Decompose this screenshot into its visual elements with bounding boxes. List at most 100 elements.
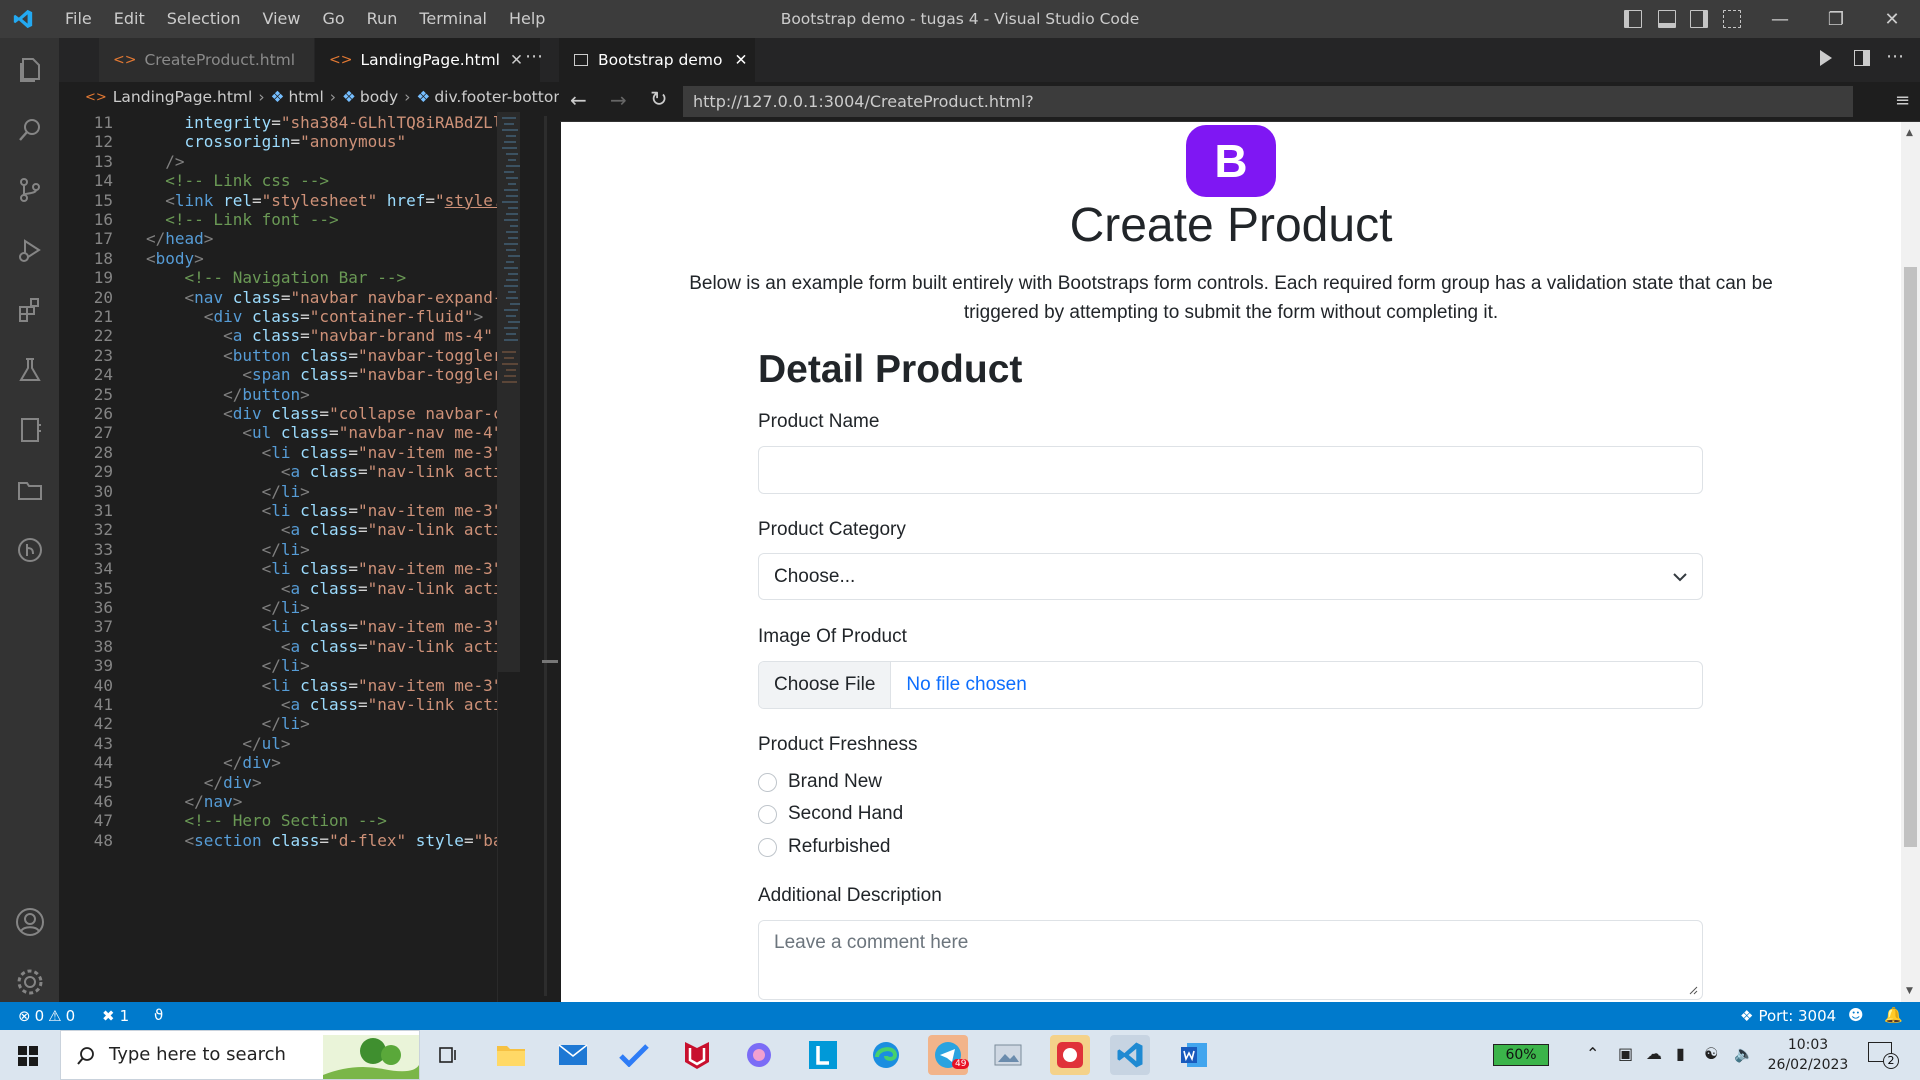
volume-icon[interactable]: 🔈 (1734, 1044, 1754, 1063)
code-line[interactable]: <ul class="navbar-nav me-4" (146, 423, 497, 442)
code-line[interactable]: <li class="nav-item me-3" (146, 501, 497, 520)
code-line[interactable]: <div class="collapse navbar-co (146, 404, 497, 423)
page-scrollbar[interactable]: ▲ ▼ (1901, 122, 1920, 1002)
more-actions-icon[interactable]: ⋯ (1886, 46, 1904, 67)
vscode-taskbar-icon[interactable] (1110, 1035, 1150, 1075)
code-line[interactable]: <!-- Hero Section --> (146, 811, 387, 830)
breadcrumb-html[interactable]: html (288, 88, 323, 106)
menu-go[interactable]: Go (311, 0, 355, 38)
copilot-app-icon[interactable] (739, 1035, 779, 1075)
search-icon[interactable] (0, 102, 59, 158)
code-line[interactable]: <a class="nav-link acti (146, 462, 497, 481)
reload-icon[interactable]: ↻ (650, 87, 668, 111)
toggle-panel-icon[interactable] (1658, 10, 1676, 28)
code-line[interactable]: <a class="nav-link acti (146, 579, 497, 598)
l-app-icon[interactable] (803, 1035, 843, 1075)
ports-indicator[interactable]: ✖ 1 (102, 1007, 129, 1025)
code-line[interactable]: <div class="container-fluid"> (146, 307, 483, 326)
show-hidden-icons[interactable]: ⌃ (1586, 1044, 1599, 1063)
breadcrumb-body[interactable]: body (360, 88, 398, 106)
menu-terminal[interactable]: Terminal (408, 0, 498, 38)
code-line[interactable]: <li class="nav-item me-3" (146, 559, 497, 578)
lightning-icon[interactable]: ϑ (154, 1006, 163, 1024)
code-line[interactable]: <a class="nav-link acti (146, 637, 497, 656)
url-bar[interactable]: http://127.0.0.1:3004/CreateProduct.html… (683, 86, 1853, 117)
problems-indicator[interactable]: ⊗ 0 ⚠ 0 (18, 1007, 75, 1025)
source-control-icon[interactable] (0, 162, 59, 218)
more-actions-icon[interactable]: ⋯ (525, 46, 543, 67)
code-line[interactable]: </nav> (146, 792, 243, 811)
menu-view[interactable]: View (252, 0, 312, 38)
taskbar-search[interactable]: Type here to search (60, 1030, 420, 1080)
feedback-icon[interactable]: ☻ (1848, 1006, 1864, 1024)
code-line[interactable]: </li> (146, 540, 310, 559)
scroll-up-icon[interactable]: ▲ (1906, 128, 1913, 138)
telegram-icon[interactable]: 49 (928, 1035, 970, 1075)
file-explorer-icon[interactable] (491, 1035, 531, 1075)
code-editor[interactable]: 11 integrity="sha384-GLhlTQ8iRABdZLl 12 c… (59, 112, 497, 1002)
menu-help[interactable]: Help (498, 0, 556, 38)
breadcrumb-file[interactable]: LandingPage.html (113, 88, 253, 106)
scrollbar-thumb[interactable] (1904, 267, 1917, 847)
wifi-icon[interactable]: ☯ (1704, 1044, 1718, 1063)
toggle-secondary-sidebar-icon[interactable] (1690, 10, 1708, 28)
tab-bootstrap-demo[interactable]: Bootstrap demo ✕ (560, 38, 755, 82)
edge-browser-icon[interactable] (866, 1035, 906, 1075)
accounts-icon[interactable] (0, 894, 59, 950)
code-line[interactable]: <!-- Link css --> (146, 171, 329, 190)
code-line[interactable]: <a class="nav-link acti (146, 520, 497, 539)
menu-edit[interactable]: Edit (103, 0, 156, 38)
code-line[interactable]: <a class="navbar-brand ms-4" h (146, 326, 497, 345)
code-line[interactable]: </div> (146, 753, 281, 772)
word-icon[interactable] (1174, 1035, 1214, 1075)
code-line[interactable]: /> (146, 152, 184, 171)
git-graph-icon[interactable] (0, 522, 59, 578)
minimap[interactable] (497, 112, 559, 1002)
image-file-input[interactable]: Choose File No file chosen (758, 661, 1703, 709)
todo-icon[interactable] (614, 1035, 654, 1075)
choose-file-button[interactable]: Choose File (759, 662, 892, 708)
battery-meter[interactable]: 60% (1493, 1044, 1549, 1066)
product-name-input[interactable] (758, 446, 1703, 494)
clock[interactable]: 10:03 26/02/2023 (1765, 1035, 1851, 1075)
radio-circle[interactable] (758, 772, 777, 792)
split-editor-icon[interactable] (1854, 50, 1870, 66)
radio-circle[interactable] (758, 837, 777, 857)
mail-icon[interactable] (553, 1035, 593, 1075)
forward-arrow-icon[interactable]: → (610, 88, 627, 112)
code-line[interactable]: </li> (146, 656, 310, 675)
notifications-bell-icon[interactable]: 🔔 (1884, 1006, 1903, 1024)
extensions-icon[interactable] (0, 282, 59, 338)
menu-run[interactable]: Run (356, 0, 409, 38)
toggle-primary-sidebar-icon[interactable] (1624, 10, 1642, 28)
code-line[interactable]: <body> (146, 249, 204, 268)
code-line[interactable]: integrity="sha384-GLhlTQ8iRABdZLl (146, 113, 497, 132)
run-icon[interactable] (1820, 50, 1832, 66)
explorer-icon[interactable] (0, 42, 59, 98)
folder-icon[interactable] (0, 462, 59, 518)
close-tab-icon[interactable]: ✕ (734, 51, 747, 69)
windows-start-icon[interactable] (18, 1046, 38, 1066)
code-line[interactable]: <li class="nav-item me-3" (146, 617, 497, 636)
code-line[interactable]: </button> (146, 385, 310, 404)
code-line[interactable]: crossorigin="anonymous" (146, 132, 407, 151)
back-arrow-icon[interactable]: ← (570, 88, 587, 112)
minimize-button[interactable]: — (1752, 0, 1808, 38)
code-line[interactable]: <span class="navbar-toggler (146, 365, 497, 384)
code-line[interactable]: </li> (146, 598, 310, 617)
menu-file[interactable]: File (54, 0, 103, 38)
code-line[interactable]: <!-- Navigation Bar --> (146, 268, 407, 287)
code-line[interactable]: </ul> (146, 734, 290, 753)
battery-icon[interactable]: ▮ (1676, 1044, 1685, 1063)
photos-icon[interactable] (989, 1035, 1029, 1075)
radio-circle[interactable] (758, 804, 777, 824)
code-line[interactable]: <nav class="navbar navbar-expand- (146, 288, 497, 307)
onedrive-cloud-icon[interactable]: ☁ (1646, 1044, 1662, 1063)
code-line[interactable]: </li> (146, 482, 310, 501)
code-line[interactable]: <button class="navbar-toggler (146, 346, 497, 365)
code-line[interactable]: <section class="d-flex" style="ba (146, 831, 497, 850)
code-line[interactable]: </div> (146, 773, 262, 792)
menu-selection[interactable]: Selection (156, 0, 252, 38)
notification-center-icon[interactable]: 2 (1868, 1042, 1899, 1069)
resize-handle-icon[interactable] (1688, 985, 1698, 995)
